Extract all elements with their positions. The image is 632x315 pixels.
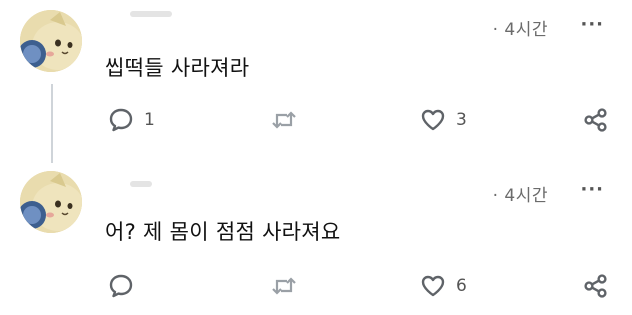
share-button[interactable]: [583, 105, 609, 135]
avatar-image: [20, 10, 82, 72]
like-button[interactable]: 3: [420, 105, 467, 135]
reply-button[interactable]: 1: [108, 105, 155, 135]
post-actions: 1 3: [0, 105, 632, 135]
repost-arrows-icon: [270, 109, 298, 131]
repost-button[interactable]: [270, 105, 308, 135]
speech-bubble-icon: [108, 107, 134, 133]
like-count: 3: [456, 110, 467, 130]
like-button[interactable]: 6: [420, 271, 467, 301]
post-text: 씹떡들 사라져라: [105, 56, 250, 80]
post-timestamp: · 4시간: [492, 20, 548, 40]
share-icon: [583, 273, 609, 299]
speech-bubble-icon: [108, 273, 134, 299]
reply-count: 1: [144, 110, 155, 130]
more-options-icon[interactable]: ···: [580, 181, 604, 199]
post: · 4시간 ··· 어? 제 몸이 점점 사라져요 6: [0, 163, 632, 315]
avatar[interactable]: [20, 10, 82, 72]
more-options-icon[interactable]: ···: [580, 16, 604, 34]
post-actions: 6: [0, 271, 632, 301]
heart-icon: [420, 274, 446, 298]
reply-button[interactable]: [108, 271, 144, 301]
repost-button[interactable]: [270, 271, 308, 301]
post-text: 어? 제 몸이 점점 사라져요: [105, 220, 341, 244]
avatar[interactable]: [20, 171, 82, 233]
repost-arrows-icon: [270, 275, 298, 297]
username-redacted[interactable]: [130, 11, 172, 17]
share-icon: [583, 107, 609, 133]
username-redacted[interactable]: [130, 181, 152, 187]
like-count: 6: [456, 276, 467, 296]
avatar-image: [20, 171, 82, 233]
post: · 4시간 ··· 씹떡들 사라져라 1 3: [0, 0, 632, 150]
heart-icon: [420, 108, 446, 132]
post-timestamp: · 4시간: [492, 186, 548, 206]
share-button[interactable]: [583, 271, 609, 301]
